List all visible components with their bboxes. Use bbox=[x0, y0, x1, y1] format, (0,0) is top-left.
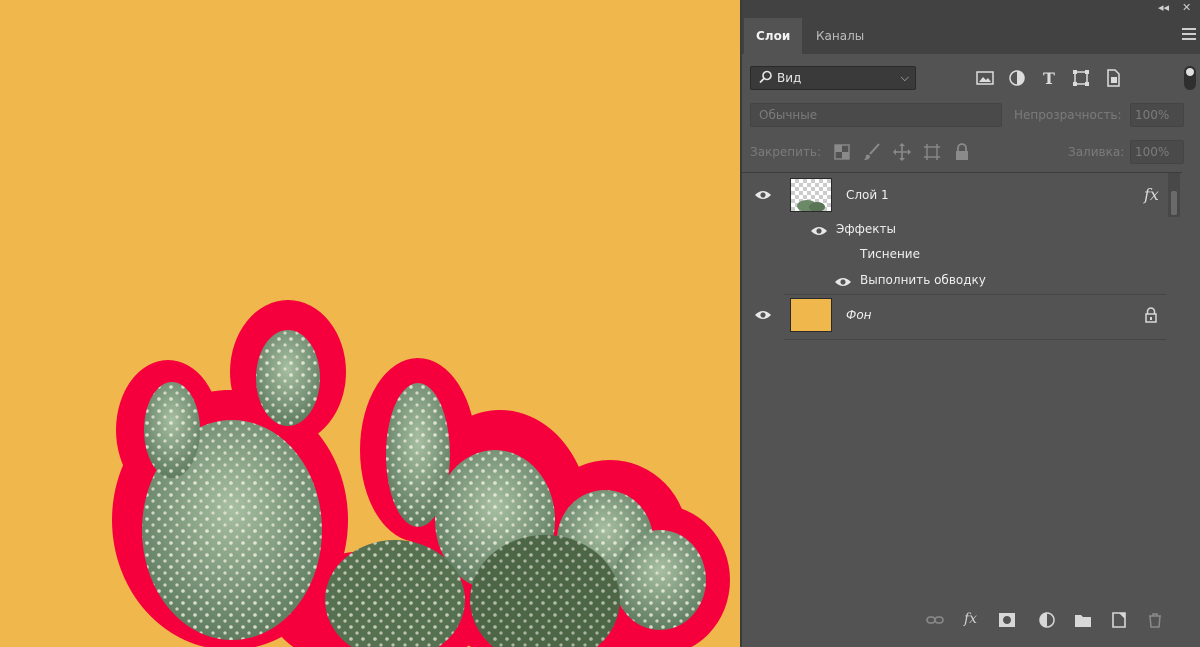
effect-row-emboss[interactable]: Тиснение bbox=[742, 243, 1166, 269]
link-icon[interactable] bbox=[926, 612, 944, 628]
eye-icon[interactable] bbox=[834, 276, 852, 288]
fx-icon[interactable]: fx bbox=[964, 611, 977, 627]
cactus-artwork bbox=[112, 300, 730, 647]
effect-row-stroke[interactable]: Выполнить обводку bbox=[742, 269, 1166, 295]
layer-thumbnail[interactable] bbox=[790, 178, 832, 212]
collapse-icon[interactable]: ◂◂ bbox=[1158, 1, 1169, 14]
smart-object-filter-icon[interactable] bbox=[1102, 67, 1124, 89]
cactus-thumbnail bbox=[797, 200, 825, 212]
type-filter-icon[interactable]: T bbox=[1038, 67, 1060, 89]
eye-icon[interactable] bbox=[754, 189, 772, 201]
lock-all-icon[interactable] bbox=[952, 142, 972, 162]
tab-layers[interactable]: Слои bbox=[744, 18, 803, 54]
opacity-field[interactable]: 100% bbox=[1130, 103, 1184, 127]
lock-move-icon[interactable] bbox=[892, 142, 912, 162]
tab-channels[interactable]: Каналы bbox=[804, 18, 876, 54]
eye-icon[interactable] bbox=[754, 309, 772, 321]
adjustment-filter-icon[interactable] bbox=[1006, 67, 1028, 89]
lock-icon bbox=[1145, 307, 1157, 323]
new-layer-icon[interactable] bbox=[1110, 612, 1128, 628]
adjustment-icon[interactable] bbox=[1038, 612, 1056, 628]
blend-mode-value: Обычные bbox=[759, 108, 818, 122]
lock-artboard-icon[interactable] bbox=[922, 142, 942, 162]
document-canvas[interactable] bbox=[0, 0, 740, 647]
layer-filter-select[interactable]: Вид ⌵ bbox=[750, 66, 916, 90]
image-filter-icon[interactable] bbox=[974, 67, 996, 89]
panel-topstrip: ◂◂ ✕ bbox=[742, 0, 1200, 18]
fill-label: Заливка: bbox=[1068, 145, 1125, 159]
svg-text:T: T bbox=[1043, 69, 1055, 88]
shape-filter-icon[interactable] bbox=[1070, 67, 1092, 89]
close-icon[interactable]: ✕ bbox=[1182, 1, 1191, 14]
fx-icon[interactable]: fx bbox=[1144, 185, 1159, 204]
panel-tabbar: Слои Каналы bbox=[742, 18, 1200, 54]
eye-icon[interactable] bbox=[810, 225, 828, 237]
folder-icon[interactable] bbox=[1074, 612, 1092, 628]
lock-transparent-icon[interactable] bbox=[832, 142, 852, 162]
filter-label: Вид bbox=[777, 71, 802, 85]
layer-thumbnail[interactable] bbox=[790, 298, 832, 332]
layer-row-background[interactable]: Фон bbox=[742, 295, 1166, 339]
filter-toggle[interactable] bbox=[1184, 66, 1196, 90]
chevron-down-icon: ⌵ bbox=[900, 71, 909, 84]
layers-scrollbar[interactable] bbox=[1168, 173, 1180, 217]
lock-brush-icon[interactable] bbox=[862, 142, 882, 162]
effects-row[interactable]: Эффекты bbox=[742, 217, 1166, 243]
layer-row-layer1[interactable]: Слой 1 fx bbox=[742, 173, 1166, 217]
trash-icon[interactable] bbox=[1146, 612, 1164, 628]
lock-label: Закрепить: bbox=[750, 145, 822, 159]
layers-bottom-toolbar: fx bbox=[742, 604, 1200, 636]
layers-list: Слой 1 fx Эффекты Тиснение Выполнить обв… bbox=[742, 172, 1182, 612]
layers-panel: ◂◂ ✕ Слои Каналы Вид ⌵ T Обычные Непрозр… bbox=[740, 0, 1200, 647]
panel-menu-icon[interactable] bbox=[1182, 28, 1196, 40]
fill-field[interactable]: 100% bbox=[1130, 140, 1184, 164]
layer-divider bbox=[784, 339, 1166, 340]
layer-name: Слой 1 bbox=[846, 188, 889, 202]
opacity-label: Непрозрачность: bbox=[1014, 108, 1122, 122]
blend-mode-select[interactable]: Обычные bbox=[750, 103, 1002, 127]
effects-label: Эффекты bbox=[836, 222, 896, 236]
effect-name: Выполнить обводку bbox=[860, 273, 986, 287]
layer-name: Фон bbox=[846, 308, 872, 322]
search-icon bbox=[759, 70, 772, 84]
mask-icon[interactable] bbox=[998, 612, 1016, 628]
effect-name: Тиснение bbox=[860, 247, 920, 261]
